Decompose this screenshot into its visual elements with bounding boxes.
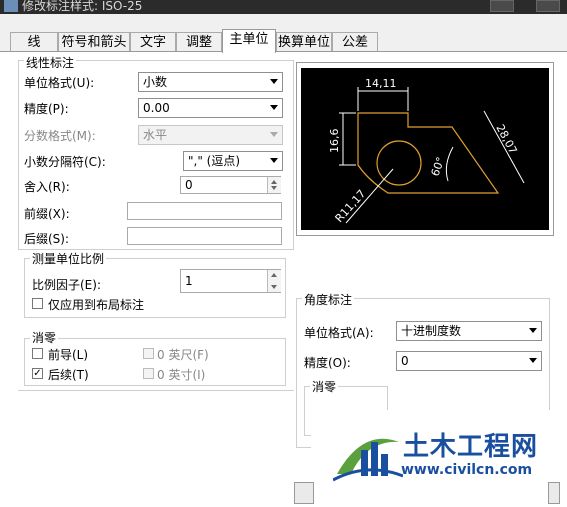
- layout-only-checkbox[interactable]: [32, 298, 43, 309]
- chevron-down-icon: [270, 158, 278, 163]
- chevron-down-icon: [270, 105, 278, 110]
- feet-label: 0 英尺(F): [157, 348, 209, 362]
- tab-fit[interactable]: 调整: [176, 32, 222, 52]
- prefix-label: 前缀(X):: [24, 207, 70, 221]
- preview-drawing: 14,11 16,6 28,07 60° R11,17: [301, 68, 549, 230]
- ok-button[interactable]: [294, 482, 314, 504]
- angle-zero-title: 消零: [310, 378, 339, 395]
- precision-label: 精度(P):: [24, 102, 69, 116]
- unit-format-select[interactable]: 小数: [138, 72, 283, 92]
- window-title: 修改标注样式: ISO-25: [22, 0, 143, 13]
- round-off-spinner[interactable]: [267, 177, 281, 193]
- round-off-value: 0: [185, 178, 193, 192]
- decimal-separator-label: 小数分隔符(C):: [24, 155, 106, 169]
- dim-top-text: 14,11: [365, 77, 397, 90]
- spin-down-icon: [271, 285, 277, 289]
- close-button[interactable]: [536, 0, 560, 12]
- scale-group-title: 测量单位比例: [30, 250, 107, 267]
- prefix-input[interactable]: [127, 202, 282, 220]
- tab-page: 线性标注 单位格式(U): 小数 精度(P): 0.00 分数格式(M): 水平…: [0, 52, 567, 507]
- suffix-input[interactable]: [127, 227, 282, 245]
- round-off-input[interactable]: 0: [180, 176, 281, 194]
- watermark-url: www.civilcn.com: [401, 462, 533, 478]
- angle-unit-format-value: 十进制度数: [401, 324, 462, 338]
- fraction-format-select[interactable]: 水平: [138, 125, 283, 145]
- unit-format-label: 单位格式(U):: [24, 76, 95, 90]
- title-bar: 修改标注样式: ISO-25: [0, 0, 567, 14]
- angle-unit-format-select[interactable]: 十进制度数: [396, 321, 542, 341]
- app-icon: [4, 0, 18, 12]
- dim-left-text: 16,6: [328, 129, 341, 154]
- chevron-down-icon: [270, 79, 278, 84]
- feet-checkbox[interactable]: [143, 348, 154, 359]
- chevron-down-icon: [529, 358, 537, 363]
- leading-label: 前导(L): [48, 348, 89, 362]
- angle-unit-format-label: 单位格式(A):: [304, 326, 374, 340]
- group-bottom-border: [18, 390, 294, 391]
- precision-select[interactable]: 0.00: [138, 98, 283, 118]
- chevron-down-icon: [529, 328, 537, 333]
- scale-factor-spinner[interactable]: [267, 270, 281, 292]
- tab-primary-units[interactable]: 主单位: [222, 29, 276, 53]
- spin-up-icon: [271, 273, 277, 277]
- leading-checkbox[interactable]: [32, 348, 43, 359]
- fraction-format-label: 分数格式(M):: [24, 129, 96, 143]
- fraction-format-value: 水平: [143, 128, 168, 142]
- chevron-down-icon: [270, 132, 278, 137]
- help-dialog-button[interactable]: [548, 482, 560, 504]
- spin-down-icon: [271, 186, 277, 190]
- round-off-label: 舍入(R):: [24, 180, 70, 194]
- scale-factor-label: 比例因子(E):: [32, 278, 101, 292]
- trailing-checkbox[interactable]: ✓: [32, 368, 43, 379]
- watermark: 土木工程网 www.civilcn.com: [311, 410, 567, 507]
- zero-suppression-title: 消零: [30, 329, 59, 346]
- suffix-label: 后缀(S):: [24, 232, 70, 246]
- preview-frame: 14,11 16,6 28,07 60° R11,17: [296, 62, 554, 236]
- unit-format-value: 小数: [143, 75, 168, 89]
- tab-symbols-arrows[interactable]: 符号和箭头: [58, 32, 130, 52]
- angle-precision-select[interactable]: 0: [396, 351, 542, 371]
- tab-lines[interactable]: 线: [10, 32, 58, 52]
- inches-label: 0 英寸(I): [157, 368, 206, 382]
- decimal-separator-value: "," (逗点): [188, 154, 241, 168]
- precision-value: 0.00: [143, 101, 170, 115]
- watermark-title: 土木工程网: [403, 432, 539, 462]
- angular-group-title: 角度标注: [302, 291, 355, 308]
- trailing-label: 后续(T): [48, 368, 89, 382]
- inches-checkbox[interactable]: [143, 368, 154, 379]
- scale-factor-value: 1: [185, 274, 193, 288]
- layout-only-label: 仅应用到布局标注: [48, 298, 145, 312]
- angle-precision-label: 精度(O):: [304, 356, 351, 370]
- tab-text[interactable]: 文字: [130, 32, 176, 52]
- linear-group-title: 线性标注: [24, 54, 77, 71]
- help-button[interactable]: [490, 0, 514, 12]
- tab-strip: 线 符号和箭头 文字 调整 主单位 换算单位 公差: [0, 14, 567, 53]
- watermark-logo-icon: [333, 438, 403, 482]
- spin-up-icon: [271, 180, 277, 184]
- scale-factor-input[interactable]: 1: [180, 269, 281, 293]
- decimal-separator-select[interactable]: "," (逗点): [183, 151, 283, 171]
- angle-precision-value: 0: [401, 354, 409, 368]
- tab-tolerances[interactable]: 公差: [332, 32, 378, 52]
- tab-alternate-units[interactable]: 换算单位: [276, 32, 332, 52]
